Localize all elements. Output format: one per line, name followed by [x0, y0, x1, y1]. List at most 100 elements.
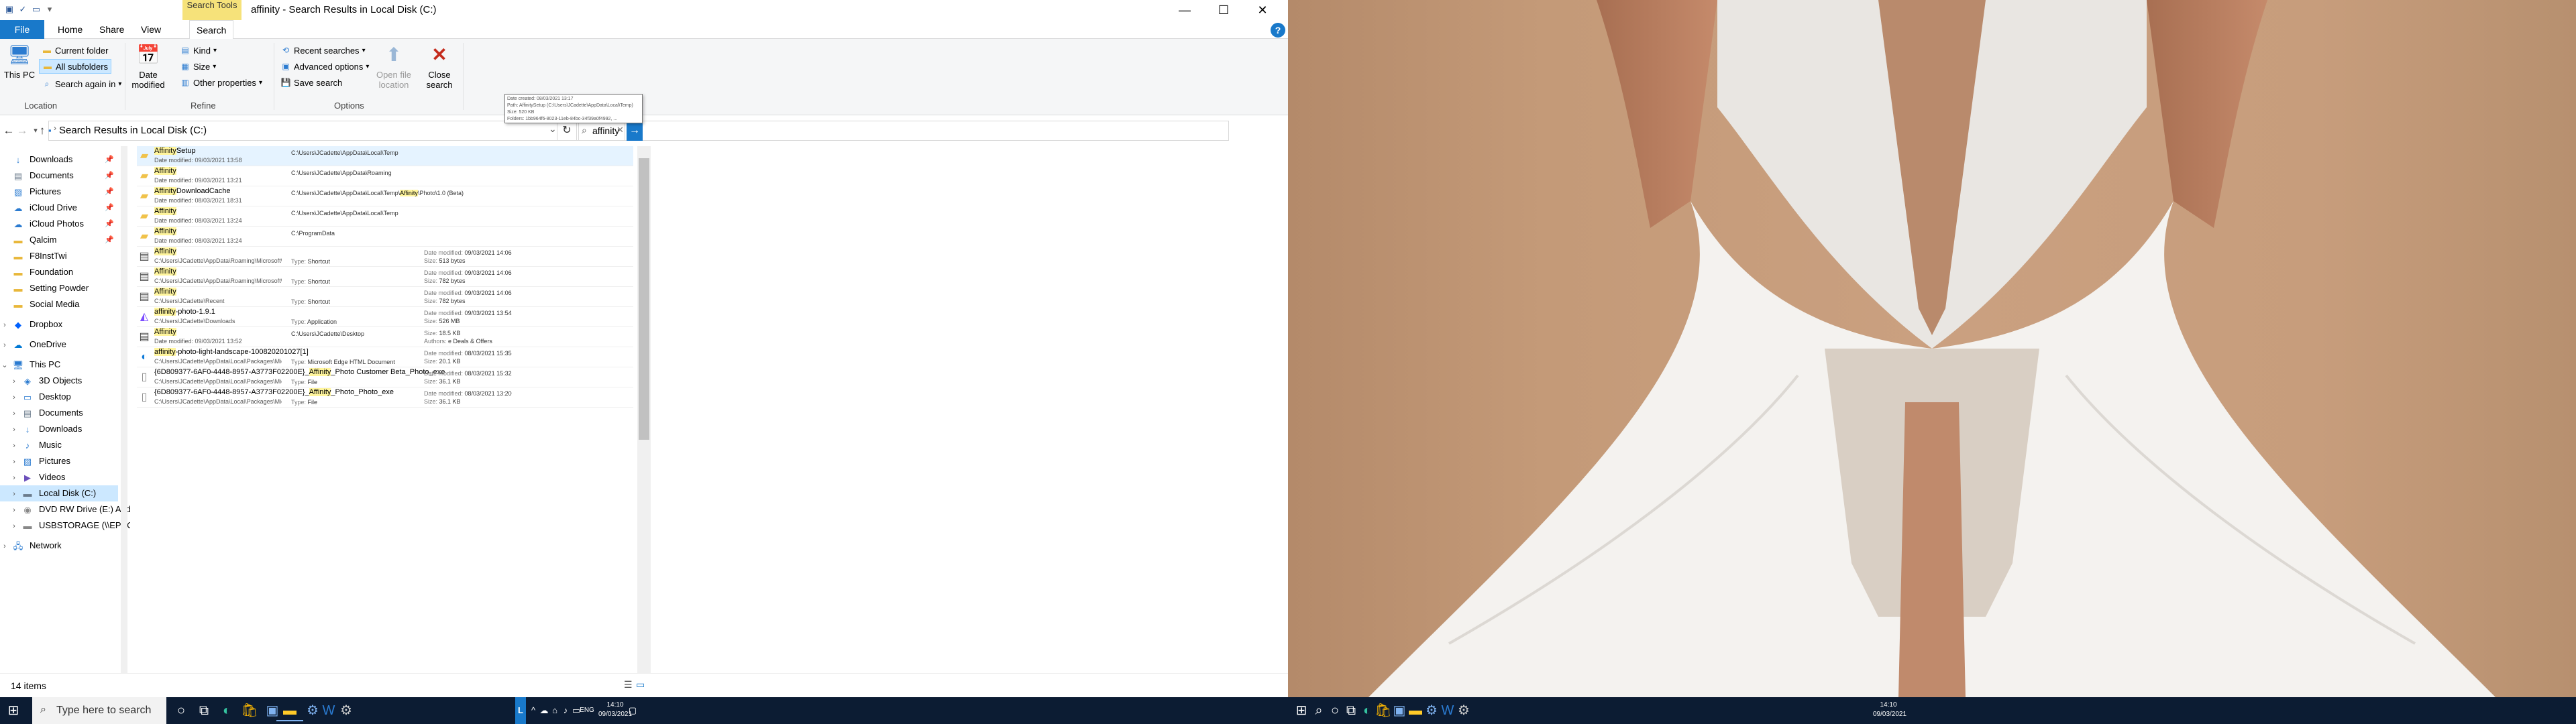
nav-item-this-pc-child[interactable]: › ▬ USBSTORAGE (\\EPSON030C7E) (Z:) — [0, 518, 191, 534]
nav-item-quick-access[interactable]: ▤ Documents 📌 — [0, 168, 118, 184]
customize-qat-icon[interactable]: ▾ — [44, 4, 55, 15]
result-row[interactable]: ▤ Affinity Date modified: 09/03/2021 13:52… — [137, 327, 633, 347]
nav-item-quick-access[interactable]: ☁ iCloud Drive 📌 — [0, 200, 118, 216]
nav-item-quick-access[interactable]: ↓ Downloads 📌 — [0, 152, 118, 168]
start-button[interactable]: ⊞ — [0, 700, 27, 721]
search-again-button[interactable]: ⌕ Search again in ▾ — [39, 76, 124, 91]
result-row[interactable]: ▤ Affinity C:\Users\JCadette\AppData\Roami… — [137, 267, 633, 287]
all-subfolders-button[interactable]: ▬ All subfolders — [39, 59, 112, 74]
chevron-right-icon[interactable]: › — [9, 502, 19, 518]
tab-search[interactable]: Search — [189, 20, 234, 40]
nav-item-quick-access[interactable]: ▬ Qalcim 📌 — [0, 232, 118, 248]
nav-item-this-pc-child[interactable]: › ↓ Downloads — [0, 421, 118, 437]
nav-item-this-pc-child[interactable]: › ▭ Desktop — [0, 389, 118, 405]
result-row[interactable]: ▯ {6D809377-6AF0-4448-8957-A3773F02200E}_… — [137, 367, 633, 387]
result-row[interactable]: ▰ Affinity Date modified: 08/03/2021 13:24… — [137, 227, 633, 247]
chevron-right-icon[interactable]: › — [9, 406, 19, 422]
refresh-button[interactable]: ↻ — [557, 121, 577, 141]
size-button[interactable]: ▦ Size ▾ — [180, 59, 216, 74]
tray-cloud-icon[interactable]: ☁ — [539, 697, 549, 724]
result-row[interactable]: ▤ Affinity C:\Users\JCadette\Recent Type: S… — [137, 287, 633, 307]
open-file-location-button[interactable]: ⬆ Open file location — [376, 43, 412, 90]
current-folder-button[interactable]: ▬ Current folder — [39, 43, 111, 58]
nav-item-this-pc-child[interactable]: › ▤ Documents — [0, 405, 118, 421]
nav-item-quick-access[interactable]: ▬ F8InstTwi — [0, 248, 118, 264]
chevron-right-icon[interactable]: › — [9, 470, 19, 486]
address-dropdown-icon[interactable]: ⌄ — [549, 123, 557, 135]
forward-button[interactable]: → — [15, 123, 30, 138]
close-search-button[interactable]: ✕ Close search — [421, 43, 458, 90]
chevron-right-icon[interactable]: › — [9, 518, 19, 534]
save-search-button[interactable]: 💾 Save search — [280, 75, 343, 90]
nav-item-this-pc-child[interactable]: › ◈ 3D Objects — [0, 373, 118, 389]
title-bar[interactable]: ▣ ✓ ▭ ▾ Search Tools affinity - Search R… — [0, 0, 1288, 20]
tray-chevron-up-icon[interactable]: ^ — [529, 697, 538, 724]
result-row[interactable]: ▤ Affinity C:\Users\JCadette\AppData\Roami… — [137, 247, 633, 267]
taskbar-search-box[interactable]: ⌕ Type here to search — [32, 697, 166, 724]
nav-item-dropbox[interactable]: › ◆ Dropbox — [0, 316, 118, 333]
tab-share[interactable]: Share — [93, 20, 131, 39]
result-row[interactable]: ▰ Affinity Date modified: 09/03/2021 13:21… — [137, 166, 633, 186]
chevron-right-icon[interactable]: › — [9, 438, 19, 454]
search-input[interactable]: affinity — [592, 125, 619, 136]
tab-file[interactable]: File — [0, 20, 44, 39]
tray-app-icon[interactable]: L — [515, 697, 526, 724]
chevron-down-icon[interactable]: ⌄ — [0, 357, 9, 373]
new-folder-icon[interactable]: ▭ — [31, 4, 42, 15]
language-indicator[interactable]: ENG — [577, 697, 597, 724]
maximize-button[interactable]: ☐ — [1205, 0, 1242, 20]
chevron-right-icon[interactable]: › — [9, 389, 19, 406]
other-properties-button[interactable]: ▥ Other properties ▾ — [180, 75, 262, 90]
date-modified-button[interactable]: 📅 Date modified — [130, 43, 166, 90]
gear-icon[interactable]: ⚙ — [333, 700, 360, 721]
tray-network-icon[interactable]: ⌂ — [550, 697, 559, 724]
details-view-icon[interactable]: ☰ — [624, 679, 633, 690]
chevron-right-icon[interactable]: › — [9, 373, 19, 389]
search-box[interactable]: ⌕ affinity ✕ — [578, 121, 625, 141]
nav-item-this-pc-child[interactable]: › ▶ Videos — [0, 469, 118, 485]
chevron-right-icon[interactable]: › — [9, 422, 19, 438]
chevron-right-icon[interactable]: › — [9, 486, 19, 502]
kind-button[interactable]: ▤ Kind ▾ — [180, 43, 217, 58]
tray-volume-icon[interactable]: ♪ — [561, 697, 570, 724]
result-row[interactable]: ▰ AffinitySetup Date modified: 09/03/2021 … — [137, 146, 633, 166]
result-row[interactable]: ▰ Affinity Date modified: 08/03/2021 13:24… — [137, 206, 633, 227]
notifications-icon[interactable]: ▢ — [627, 697, 639, 724]
result-row[interactable]: ▰ AffinityDownloadCache Date modified: 08/… — [137, 186, 633, 206]
search-go-button[interactable]: → — [627, 121, 643, 141]
recent-searches-button[interactable]: ⟲ Recent searches ▾ — [280, 43, 366, 58]
chevron-right-icon[interactable]: › — [0, 538, 9, 554]
nav-scrollbar[interactable] — [121, 146, 127, 673]
nav-item-this-pc-child[interactable]: › ◉ DVD RW Drive (E:) Audio CD — [0, 501, 152, 518]
back-button[interactable]: ← — [1, 123, 16, 138]
result-row[interactable]: ◭ affinity-photo-1.9.1 C:\Users\JCadette\D… — [137, 307, 633, 327]
chevron-right-icon[interactable]: › — [0, 337, 9, 353]
minimize-button[interactable]: — — [1166, 0, 1203, 20]
properties-icon[interactable]: ✓ — [17, 4, 28, 15]
help-icon[interactable]: ? — [1271, 23, 1285, 38]
nav-item-quick-access[interactable]: ▬ Social Media — [0, 296, 118, 312]
result-row[interactable]: ▯ {6D809377-6AF0-4448-8957-A3773F02200E}_… — [137, 387, 633, 408]
secondary-clock[interactable]: 14:10 09/03/2021 — [1873, 697, 1907, 724]
chevron-right-icon[interactable]: › — [0, 317, 9, 333]
chevron-right-icon[interactable]: › — [9, 454, 19, 470]
nav-item-this-pc-child[interactable]: › ▬ Local Disk (C:) — [0, 485, 118, 501]
result-row[interactable]: ◐ affinity-photo-light-landscape-10082020… — [137, 347, 633, 367]
nav-item-quick-access[interactable]: ▬ Setting Powder — [0, 280, 118, 296]
clear-search-icon[interactable]: ✕ — [616, 125, 624, 135]
nav-item-network[interactable]: › 🖧 Network — [0, 538, 118, 554]
tab-home[interactable]: Home — [51, 20, 89, 39]
nav-item-onedrive[interactable]: › ☁ OneDrive — [0, 337, 118, 353]
large-icons-view-icon[interactable]: ▭ — [636, 679, 645, 690]
nav-item-quick-access[interactable]: ☁ iCloud Photos 📌 — [0, 216, 118, 232]
gear-icon[interactable]: ⚙ — [1450, 700, 1477, 721]
tab-view[interactable]: View — [134, 20, 168, 39]
advanced-options-button[interactable]: ▣ Advanced options ▾ — [280, 59, 369, 74]
nav-item-this-pc-child[interactable]: › ♪ Music — [0, 437, 118, 453]
nav-item-quick-access[interactable]: ▨ Pictures 📌 — [0, 184, 118, 200]
nav-item-this-pc-child[interactable]: › ▨ Pictures — [0, 453, 118, 469]
this-pc-button[interactable]: 🖥 This PC — [1, 43, 38, 80]
nav-item-quick-access[interactable]: ▬ Foundation — [0, 264, 118, 280]
close-button[interactable]: ✕ — [1244, 0, 1281, 20]
up-button[interactable]: ↑ — [35, 123, 50, 138]
